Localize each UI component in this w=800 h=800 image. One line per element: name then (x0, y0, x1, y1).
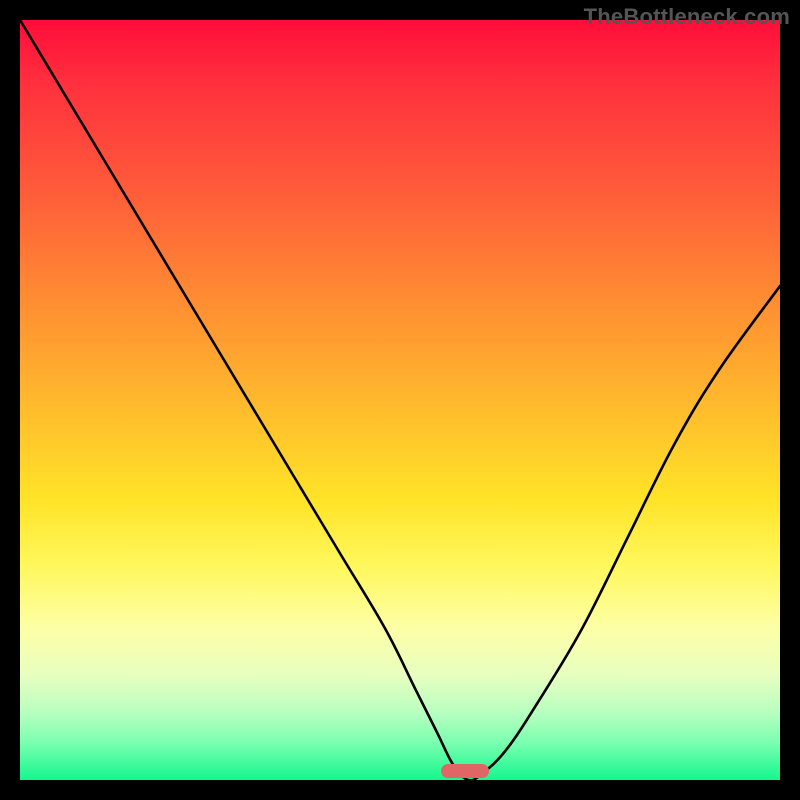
bottleneck-curve (20, 20, 780, 780)
optimal-marker (441, 764, 489, 778)
plot-area (20, 20, 780, 780)
chart-frame: TheBottleneck.com (0, 0, 800, 800)
